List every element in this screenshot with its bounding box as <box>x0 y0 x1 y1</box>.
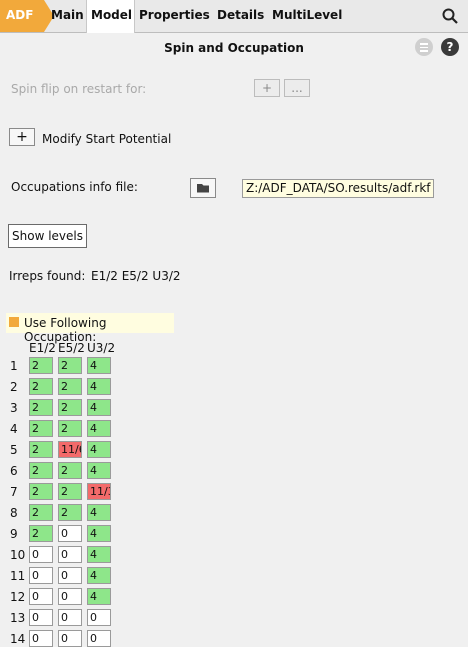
column-header: U3/2 <box>87 341 116 355</box>
occupation-cell[interactable]: 2 <box>29 525 53 542</box>
menu-icon[interactable] <box>415 38 433 56</box>
occupation-cell[interactable]: 2 <box>29 420 53 437</box>
row-number: 11 <box>10 569 26 583</box>
tab-multilevel[interactable]: MultiLevel <box>272 8 342 22</box>
row-number: 2 <box>10 380 18 394</box>
occupations-file-label: Occupations info file: <box>11 180 138 194</box>
modify-start-potential-button[interactable]: + <box>9 128 35 146</box>
row-number: 10 <box>10 548 26 562</box>
occupation-cell[interactable]: 0 <box>29 588 53 605</box>
occupation-cell[interactable]: 0 <box>58 630 82 647</box>
occupation-cell[interactable]: 0 <box>29 630 53 647</box>
occupation-cell[interactable]: 2 <box>29 399 53 416</box>
occupation-cell[interactable]: 2 <box>58 378 82 395</box>
row-number: 5 <box>10 443 18 457</box>
tab-model[interactable]: Model <box>91 8 132 22</box>
row-number: 4 <box>10 422 18 436</box>
occupation-cell[interactable]: 2 <box>58 399 82 416</box>
row-number: 12 <box>10 590 26 604</box>
occupation-cell[interactable]: 4 <box>87 588 111 605</box>
occupation-cell[interactable]: 0 <box>29 609 53 626</box>
occupation-cell[interactable]: 0 <box>58 525 82 542</box>
occupation-cell[interactable]: 2 <box>58 357 82 374</box>
top-menu-bar: ADF Main Model Properties Details MultiL… <box>0 0 468 33</box>
occupation-cell[interactable]: 0 <box>58 567 82 584</box>
occupation-cell[interactable]: 2 <box>29 378 53 395</box>
occupation-cell[interactable]: 4 <box>87 567 111 584</box>
tab-adf[interactable]: ADF <box>0 0 54 32</box>
occupation-cell[interactable]: 4 <box>87 420 111 437</box>
search-icon[interactable] <box>442 8 458 24</box>
occupation-cell[interactable]: 0 <box>58 609 82 626</box>
row-number: 14 <box>10 632 26 646</box>
occupation-cell[interactable]: 2 <box>29 462 53 479</box>
row-number: 8 <box>10 506 18 520</box>
occupation-cell[interactable]: 2 <box>58 483 82 500</box>
spin-flip-remove-button[interactable]: ... <box>284 79 310 97</box>
occupation-cell[interactable]: 0 <box>29 567 53 584</box>
show-levels-button[interactable]: Show levels <box>8 224 87 248</box>
irreps-values: E1/2 E5/2 U3/2 <box>91 269 181 283</box>
row-number: 1 <box>10 359 18 373</box>
row-number: 6 <box>10 464 18 478</box>
occupation-cell[interactable]: 11/6 <box>58 441 82 458</box>
panel-title: Spin and Occupation <box>164 41 304 55</box>
row-number: 7 <box>10 485 18 499</box>
occupation-cell[interactable]: 4 <box>87 399 111 416</box>
occupation-cell[interactable]: 2 <box>58 504 82 521</box>
occupation-cell[interactable]: 4 <box>87 462 111 479</box>
occupation-cell[interactable]: 4 <box>87 504 111 521</box>
occupation-cell[interactable]: 4 <box>87 525 111 542</box>
occupation-cell[interactable]: 0 <box>29 546 53 563</box>
tab-adf-label: ADF <box>6 8 34 22</box>
occupation-cell[interactable]: 2 <box>58 420 82 437</box>
occupation-cell[interactable]: 0 <box>87 609 111 626</box>
occupation-cell[interactable]: 4 <box>87 441 111 458</box>
row-number: 3 <box>10 401 18 415</box>
column-header: E1/2 <box>29 341 56 355</box>
occupation-cell[interactable]: 2 <box>29 483 53 500</box>
occupation-cell[interactable]: 0 <box>58 588 82 605</box>
occupation-cell[interactable]: 4 <box>87 546 111 563</box>
tab-properties[interactable]: Properties <box>139 8 210 22</box>
occupations-file-input[interactable]: Z:/ADF_DATA/SO.results/adf.rkf <box>242 179 434 198</box>
spin-flip-add-button[interactable]: + <box>254 79 280 97</box>
checkbox-square-icon <box>9 317 19 327</box>
occupation-cell[interactable]: 2 <box>29 357 53 374</box>
occupation-cell[interactable]: 4 <box>87 378 111 395</box>
row-number: 9 <box>10 527 18 541</box>
occupation-cell[interactable]: 0 <box>87 630 111 647</box>
occupation-cell[interactable]: 11/3 <box>87 483 111 500</box>
irreps-label: Irreps found: <box>9 269 86 283</box>
folder-icon <box>197 184 209 193</box>
occupation-cell[interactable]: 2 <box>58 462 82 479</box>
occupation-cell[interactable]: 2 <box>29 504 53 521</box>
help-icon[interactable]: ? <box>441 38 459 56</box>
tab-main[interactable]: Main <box>51 8 84 22</box>
folder-browse-button[interactable] <box>190 178 216 198</box>
tab-details[interactable]: Details <box>217 8 264 22</box>
use-following-occupation-label: Use Following Occupation: <box>24 316 107 344</box>
row-number: 13 <box>10 611 26 625</box>
occupation-cell[interactable]: 2 <box>29 441 53 458</box>
modify-start-potential-label: Modify Start Potential <box>42 132 172 146</box>
column-header: E5/2 <box>58 341 85 355</box>
occupation-cell[interactable]: 0 <box>58 546 82 563</box>
occupation-cell[interactable]: 4 <box>87 357 111 374</box>
spin-flip-label: Spin flip on restart for: <box>11 82 147 96</box>
use-following-occupation-checkbox[interactable]: Use Following Occupation: <box>6 313 174 344</box>
